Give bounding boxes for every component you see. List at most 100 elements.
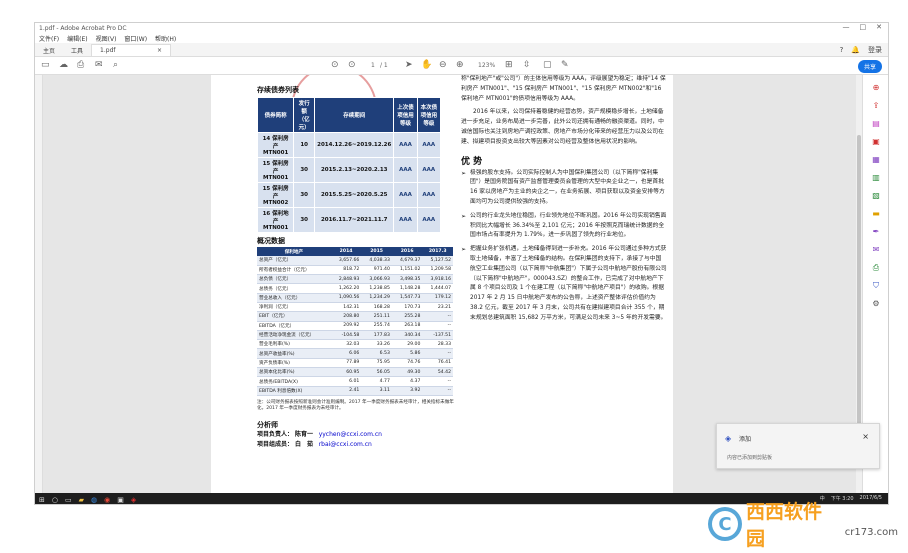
overview-cell: 74.76 [391, 358, 423, 369]
explorer-icon[interactable]: ▰ [79, 496, 84, 504]
export-pdf-icon[interactable]: ⇪ [871, 101, 881, 111]
notification-toast[interactable]: ◈ 添加 × 内容已添加到剪贴板 [716, 423, 880, 469]
email-icon[interactable]: ✉ [95, 60, 103, 70]
more-tools-icon[interactable]: ⚙ [871, 299, 881, 309]
browser-icon[interactable]: ◍ [91, 496, 97, 504]
menu-file[interactable]: 文件(F) [39, 34, 59, 43]
overview-header: 2015 [361, 247, 392, 256]
zoom-level[interactable]: 123% [478, 62, 495, 69]
zoom-tool-icon[interactable]: ⊕ [871, 83, 881, 93]
overview-cell: 54.42 [422, 367, 453, 378]
clock-date[interactable]: 2017/6/5 [860, 495, 882, 502]
analyst-name: 白 茹 [294, 440, 313, 448]
watermark-domain: cr173.com [844, 526, 898, 538]
overview-cell: 3,918.16 [422, 274, 453, 285]
overview-cell: 1,234.29 [361, 293, 392, 304]
bond-cell: 2015.2.13~2020.2.13 [314, 157, 395, 183]
tab-close-icon[interactable]: × [157, 47, 162, 54]
bell-icon[interactable]: 🔔 [851, 46, 860, 54]
bond-cell: 15 保利房产 MTN001 [256, 157, 295, 183]
sign-icon[interactable]: ✒ [871, 227, 881, 237]
zoom-in-icon[interactable]: ⊕ [456, 60, 464, 70]
table-row: EBITDA（亿元） 209.92 255.74 263.18 -- [257, 321, 453, 331]
bond-cell: 2016.11.7~2021.11.7 [314, 207, 395, 233]
menu-edit[interactable]: 编辑(E) [67, 34, 87, 43]
pen-icon[interactable]: ✎ [561, 60, 569, 70]
store-icon[interactable]: ▣ [117, 496, 124, 504]
upload-icon[interactable]: ☁ [59, 60, 68, 70]
overview-cell: 4.37 [391, 376, 423, 387]
comment-icon[interactable]: ▢ [543, 60, 552, 70]
combine-icon[interactable]: ▥ [871, 173, 881, 183]
analyst-email-link[interactable]: rbai@ccxi.com.cn [319, 441, 372, 448]
overview-cell: 2.41 [330, 386, 362, 396]
left-column: 存续债券列表 债券简称 发行额（亿元） 存续期间 上次债项信用等级 本次债项信用… [256, 75, 457, 450]
tab-bar: 主页 工具 1.pdf × ? 🔔 登录 [35, 43, 888, 57]
zoom-out-icon[interactable]: ⊖ [439, 60, 447, 70]
menu-help[interactable]: 帮助(H) [155, 34, 176, 43]
close-button[interactable]: ✕ [876, 23, 882, 31]
chrome-icon[interactable]: ◉ [104, 496, 110, 504]
select-tool-icon[interactable]: ➤ [405, 60, 413, 70]
table-note: 注：公司财务报表按照新准则会计准则编制。2017 年一季度财务报表未经审计，相关… [257, 399, 454, 411]
table-row: 营业总收入（亿元） 1,090.56 1,234.29 1,547.73 179.12 [257, 293, 453, 304]
advantage-text: 把握业务扩张机遇，土地储备得到进一步补充。2016 年公司通过多种方式获取土地储… [470, 246, 667, 321]
hand-tool-icon[interactable]: ✋ [421, 60, 432, 70]
acrobat-icon[interactable]: ◈ [131, 496, 136, 504]
bond-header: 发行额（亿元） [293, 97, 316, 133]
login-button[interactable]: 登录 [868, 45, 882, 55]
analyst-email-link[interactable]: yychen@ccxi.com.cn [319, 431, 382, 438]
bond-table: 债券简称 发行额（亿元） 存续期间 上次债项信用等级 本次债项信用等级 14 保… [256, 97, 442, 233]
tab-document[interactable]: 1.pdf × [91, 44, 172, 56]
bond-header: 债券简称 [256, 97, 295, 133]
save-icon[interactable]: ▭ [41, 60, 50, 70]
send-icon[interactable]: ✉ [871, 245, 881, 255]
print-production-icon[interactable]: ⎙ [871, 263, 881, 273]
table-row: 营业毛利率(%) 32.03 33.26 29.00 28.33 [257, 339, 453, 350]
window-title: 1.pdf - Adobe Acrobat Pro DC [39, 24, 127, 32]
bond-header: 本次债项信用等级 [416, 97, 442, 133]
menu-window[interactable]: 窗口(W) [124, 34, 147, 43]
overview-cell: 5,127.52 [422, 256, 453, 266]
overview-cell: 1,444.07 [422, 283, 453, 294]
prev-page-icon[interactable]: ⊙ [331, 60, 339, 70]
forms-icon[interactable]: ▧ [871, 191, 881, 201]
overview-cell: 818.72 [330, 265, 362, 276]
comment-tool-icon[interactable]: ▬ [871, 209, 881, 219]
create-pdf-icon[interactable]: ▣ [871, 137, 881, 147]
taskbar-search-icon[interactable]: ○ [52, 496, 58, 504]
overview-cell: -- [422, 311, 453, 322]
protect-icon[interactable]: ⛉ [871, 281, 881, 291]
tab-tools[interactable]: 工具 [63, 44, 91, 56]
notification-close-icon[interactable]: × [862, 432, 869, 441]
share-button[interactable]: 共享 [857, 60, 882, 73]
search-icon[interactable]: ⌕ [113, 60, 118, 70]
bond-header: 上次债项信用等级 [393, 97, 418, 133]
notification-app-icon: ◈ [725, 434, 732, 443]
start-icon[interactable]: ⊞ [39, 496, 45, 504]
overview-cell: 所有者权益合计（亿元） [257, 265, 331, 276]
overview-cell: 32.03 [330, 339, 362, 350]
pdf-page: 存续债券列表 债券简称 发行额（亿元） 存续期间 上次债项信用等级 本次债项信用… [211, 75, 673, 493]
page-number[interactable]: 1 [371, 62, 375, 69]
overview-cell: 1,262.20 [330, 283, 362, 294]
bullet-arrow-icon: ➢ [461, 169, 467, 177]
right-column: 称"保利地产"或"公司"）的主体信用等级为 AAA，评级展望为稳定；维持"14 … [461, 75, 667, 328]
task-view-icon[interactable]: ▭ [65, 496, 72, 504]
minimize-button[interactable]: — [843, 23, 850, 31]
tab-home[interactable]: 主页 [35, 44, 63, 56]
scroll-mode-icon[interactable]: ⇳ [523, 60, 531, 70]
overview-cell: 75.95 [361, 358, 392, 369]
menu-view[interactable]: 视图(V) [96, 34, 117, 43]
print-icon[interactable]: ⎙ [77, 60, 84, 70]
edit-pdf-icon[interactable]: ▤ [871, 119, 881, 129]
organize-icon[interactable]: ▦ [871, 155, 881, 165]
help-icon[interactable]: ? [840, 46, 844, 54]
bond-cell: AAA [416, 157, 442, 183]
fit-page-icon[interactable]: ⊞ [505, 60, 513, 70]
overview-cell: 168.28 [361, 302, 392, 313]
overview-header: 2017.3 [422, 247, 453, 256]
scrollbar-thumb[interactable] [857, 135, 861, 455]
next-page-icon[interactable]: ⊙ [348, 60, 356, 70]
maximize-button[interactable]: □ [860, 23, 867, 31]
